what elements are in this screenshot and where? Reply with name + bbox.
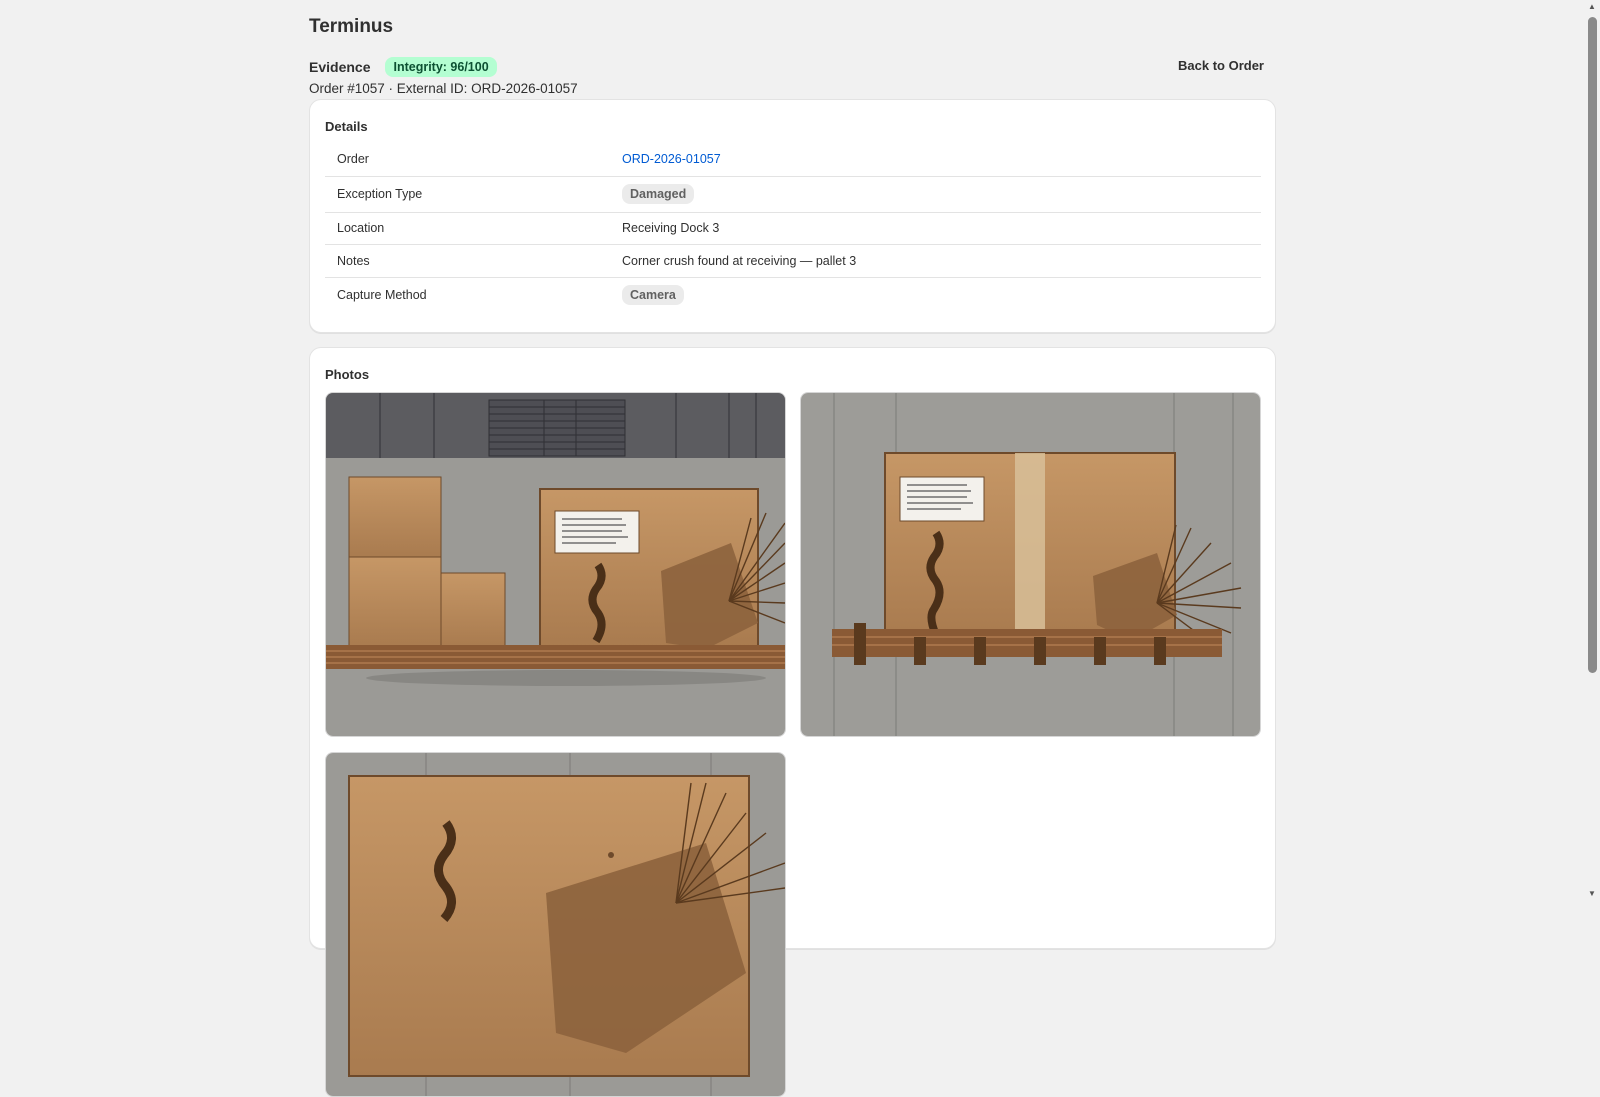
details-value: Corner crush found at receiving — pallet… [610, 244, 1261, 278]
exception-type-pill: Damaged [622, 184, 695, 204]
details-label: Order [325, 143, 610, 177]
scroll-up-arrow-icon[interactable]: ▲ [1588, 2, 1596, 11]
details-label: Capture Method [337, 288, 427, 303]
details-table: Order ORD-2026-01057 Exception Type Dama… [325, 143, 1261, 313]
details-value: Camera [610, 277, 1261, 313]
details-card: Details Order ORD-2026-01057 Exception T… [309, 99, 1276, 333]
details-title: Details [325, 119, 368, 134]
details-row-location: Location Receiving Dock 3 [325, 212, 1261, 245]
evidence-photo-1[interactable] [325, 392, 786, 737]
capture-method-pill: Camera [622, 285, 684, 306]
details-label: Notes [325, 244, 610, 278]
page-subtitle: Order #1057 · External ID: ORD-2026-0105… [309, 81, 578, 96]
details-row-capture-method: Capture Method Camera [325, 277, 1261, 313]
photos-card: Photos [309, 347, 1276, 1097]
page-scrollbar[interactable]: ▲ ▼ [1585, 0, 1600, 900]
scroll-thumb[interactable] [1588, 17, 1597, 673]
back-to-order-button[interactable]: Back to Order [1178, 56, 1264, 75]
evidence-photo-3[interactable] [325, 752, 786, 1097]
details-row-exception-type: Exception Type Damaged [325, 176, 1261, 213]
details-label: Location [325, 212, 610, 245]
details-value: Damaged [610, 176, 1261, 213]
photos-title: Photos [325, 367, 370, 382]
integrity-badge: Integrity: 96/100 [385, 57, 497, 77]
page-title: Evidence [309, 59, 371, 75]
app-title: Terminus [309, 16, 394, 37]
photo-2-image [801, 393, 1260, 736]
photo-1-image [326, 393, 785, 736]
photo-3-image [326, 753, 785, 1096]
order-link[interactable]: ORD-2026-01057 [622, 152, 721, 166]
page-header: Evidence Integrity: 96/100 Back to Order [309, 56, 1276, 78]
details-value: Receiving Dock 3 [610, 212, 1261, 245]
details-row-notes: Notes Corner crush found at receiving — … [325, 244, 1261, 278]
scroll-down-arrow-icon[interactable]: ▼ [1588, 889, 1596, 898]
evidence-photo-2[interactable] [800, 392, 1261, 737]
details-row-order: Order ORD-2026-01057 [325, 143, 1261, 177]
details-label: Exception Type [325, 176, 610, 213]
details-value: ORD-2026-01057 [610, 143, 1261, 177]
